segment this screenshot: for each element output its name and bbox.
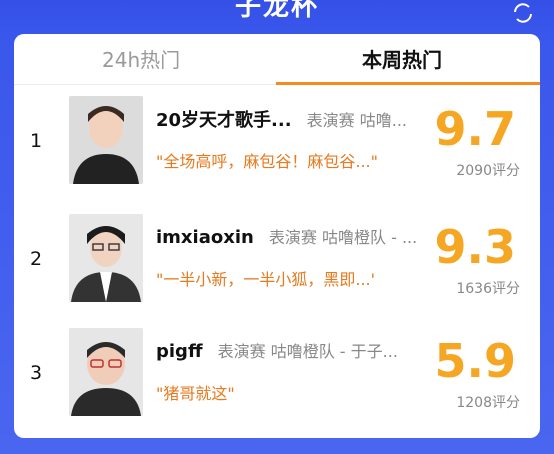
match-tag: 表演赛 咕噜橙队 - ...: [268, 228, 418, 247]
list-item[interactable]: 1 20岁天才歌手... 表演赛 咕噜... "全场高呼，麻包谷！麻包谷..."…: [14, 90, 540, 190]
comment-quote: "全场高呼，麻包谷！麻包谷...": [156, 152, 378, 171]
refresh-icon[interactable]: [510, 0, 536, 26]
name-line: 20岁天才歌手... 表演赛 咕噜...: [156, 106, 446, 132]
avatar[interactable]: [69, 214, 143, 302]
player-name[interactable]: pigff: [156, 341, 203, 362]
rating-score: 5.9: [434, 334, 517, 388]
rating-count: 1208评分: [456, 395, 520, 411]
name-line: imxiaoxin 表演赛 咕噜橙队 - ...: [156, 224, 446, 248]
tab-bar: 24h热门 本周热门: [14, 34, 540, 85]
match-tag: 表演赛 咕噜橙队 - 于子...: [217, 342, 398, 361]
avatar[interactable]: [69, 328, 143, 416]
page-title: 子龙杯: [234, 0, 319, 22]
avatar[interactable]: [69, 96, 143, 184]
rank-number: 3: [30, 362, 43, 384]
player-name[interactable]: imxiaoxin: [156, 227, 254, 248]
rank-number: 1: [30, 130, 43, 152]
list-item[interactable]: 2 imxiaoxin 表演赛 咕噜橙队 - ... "一半小新，一半小狐，黑即…: [14, 208, 540, 308]
ranking-card: 24h热门 本周热门 1 20岁天才歌手... 表演赛 咕噜... "全场高呼，…: [14, 34, 540, 438]
active-tab-indicator: [276, 82, 540, 85]
comment-quote: "一半小新，一半小狐，黑即...': [156, 270, 376, 289]
rating-score: 9.7: [434, 102, 517, 156]
rating-count: 2090评分: [456, 163, 520, 179]
tab-weekly-hot[interactable]: 本周热门: [362, 44, 442, 73]
rating-score: 9.3: [434, 220, 517, 274]
match-tag: 表演赛 咕噜...: [306, 111, 408, 130]
top-bar: 子龙杯: [0, 0, 554, 36]
tab-24h-hot[interactable]: 24h热门: [102, 44, 180, 73]
name-line: pigff 表演赛 咕噜橙队 - 于子...: [156, 338, 446, 362]
comment-quote: "猪哥就这": [156, 384, 235, 403]
list-item[interactable]: 3 pigff 表演赛 咕噜橙队 - 于子... "猪哥就这" 5.9 1208…: [14, 322, 540, 422]
player-name[interactable]: 20岁天才歌手...: [156, 110, 292, 131]
rank-number: 2: [30, 248, 43, 270]
rating-count: 1636评分: [456, 281, 520, 297]
